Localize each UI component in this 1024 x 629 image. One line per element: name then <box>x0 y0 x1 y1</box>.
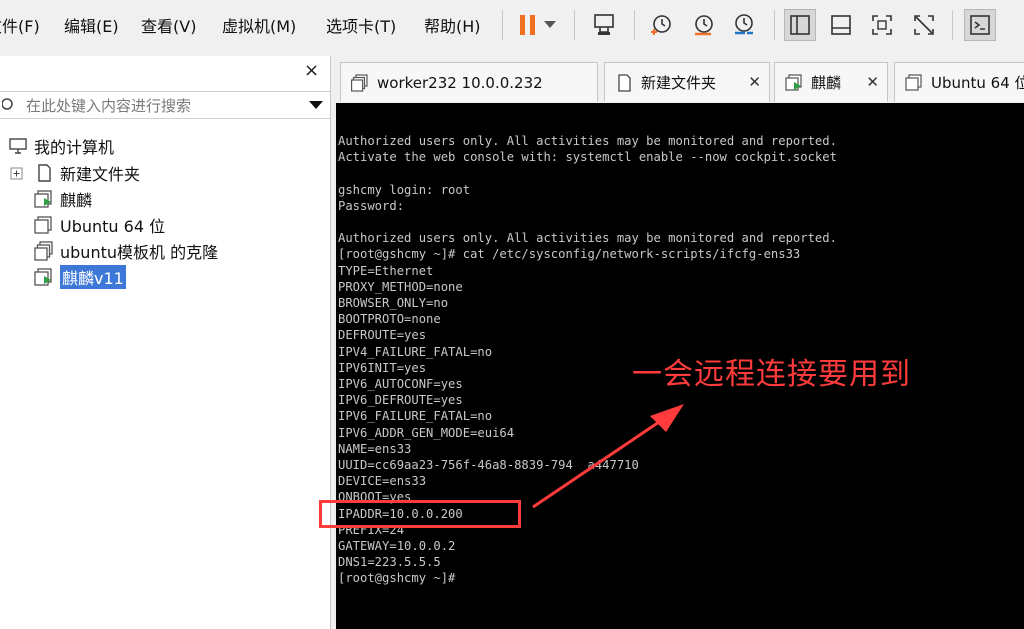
tree-item-label: 我的计算机 <box>34 138 115 157</box>
vm-icon <box>34 215 54 235</box>
library-search <box>0 91 330 119</box>
menu-edit[interactable]: 编辑(E) <box>64 13 119 37</box>
vm-running-icon <box>34 267 54 287</box>
toolbar-separator <box>952 10 953 40</box>
close-icon[interactable]: ✕ <box>748 73 761 91</box>
tree-item-kylin[interactable]: 麒麟 <box>34 187 92 211</box>
vm-clone-icon <box>34 241 54 261</box>
tree-item-label: 麒麟 <box>60 191 93 210</box>
close-icon[interactable]: × <box>304 60 319 81</box>
menu-help[interactable]: 帮助(H) <box>424 13 481 37</box>
expand-icon[interactable] <box>10 166 24 180</box>
vm-running-icon <box>34 189 54 209</box>
fullscreen-icon[interactable] <box>866 9 898 41</box>
toolbar-separator <box>502 10 503 40</box>
vm-clone-icon <box>351 73 369 92</box>
menu-view[interactable]: 查看(V) <box>141 13 196 37</box>
tab-ubuntu[interactable]: Ubuntu 64 位 <box>894 62 1024 102</box>
menu-vm[interactable]: 虚拟机(M) <box>222 13 296 37</box>
menu-tabs[interactable]: 选项卡(T) <box>326 13 396 37</box>
dropdown-icon[interactable] <box>540 9 560 41</box>
chevron-down-icon[interactable] <box>309 101 323 110</box>
tab-label: Ubuntu 64 位 <box>931 74 1024 92</box>
send-keys-icon[interactable] <box>588 9 620 41</box>
annotation-text: 一会远程连接要用到 <box>632 357 911 392</box>
unity-icon[interactable] <box>908 9 940 41</box>
tree-item-my-computer[interactable]: 我的计算机 <box>8 134 114 158</box>
tree-item-label: 新建文件夹 <box>60 165 141 184</box>
vm-running-icon <box>785 73 803 92</box>
tab-label: 麒麟 <box>811 74 842 92</box>
ipaddr-highlight-box <box>319 500 521 528</box>
console-icon[interactable] <box>964 9 996 41</box>
library-view-icon[interactable] <box>784 9 816 41</box>
tab-label: worker232 10.0.0.232 <box>377 73 543 92</box>
revert-snapshot-icon[interactable] <box>688 9 720 41</box>
tree-item-label: Ubuntu 64 位 <box>60 217 166 236</box>
folder-icon <box>615 73 633 92</box>
tree-item-ubuntu[interactable]: Ubuntu 64 位 <box>34 213 165 237</box>
tab-strip: worker232 10.0.0.232 新建文件夹 ✕ 麒麟 ✕ Ubuntu… <box>336 56 1024 104</box>
toolbar-separator <box>574 10 575 40</box>
vm-icon <box>905 73 923 92</box>
search-input[interactable] <box>24 95 298 117</box>
menu-bar: 文件(F) 编辑(E) 查看(V) 虚拟机(M) 选项卡(T) 帮助(H) <box>0 0 1024 52</box>
snapshot-manager-icon[interactable] <box>728 9 760 41</box>
snapshot-icon[interactable] <box>645 9 677 41</box>
search-icon <box>2 98 13 110</box>
folder-icon <box>34 163 54 183</box>
toolbar-separator <box>634 10 635 40</box>
tree-item-ubuntu-clone[interactable]: ubuntu模板机 的克隆 <box>34 239 218 263</box>
tab-kylin[interactable]: 麒麟 ✕ <box>774 62 888 102</box>
tree-item-new-folder[interactable]: 新建文件夹 <box>10 161 140 185</box>
tab-worker232[interactable]: worker232 10.0.0.232 <box>340 62 598 102</box>
close-icon[interactable]: ✕ <box>866 73 879 91</box>
menu-file[interactable]: 文件(F) <box>0 13 40 37</box>
tab-label: 新建文件夹 <box>641 74 717 92</box>
tree-item-label: ubuntu模板机 的克隆 <box>60 243 219 262</box>
toolbar-separator <box>774 10 775 40</box>
tree-item-label: 麒麟v11 <box>60 265 126 289</box>
computer-icon <box>8 136 28 156</box>
tree-item-kylin-v11[interactable]: 麒麟v11 <box>34 265 126 289</box>
tab-new-folder[interactable]: 新建文件夹 ✕ <box>604 62 770 102</box>
thumbnail-view-icon[interactable] <box>825 9 857 41</box>
